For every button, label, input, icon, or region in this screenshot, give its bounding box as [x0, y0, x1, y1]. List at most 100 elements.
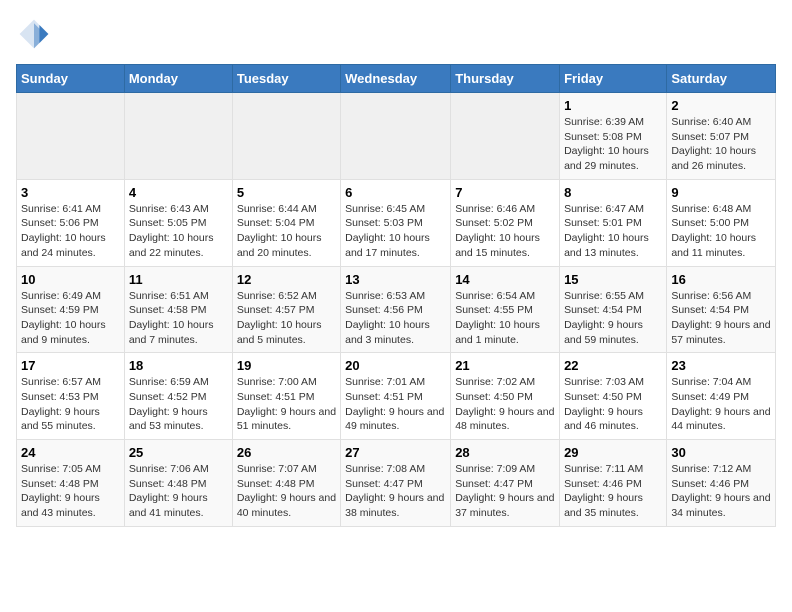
day-info: Sunrise: 7:07 AMSunset: 4:48 PMDaylight:… — [237, 462, 336, 521]
day-number: 2 — [671, 98, 771, 113]
day-number: 12 — [237, 272, 336, 287]
calendar-cell: 21 Sunrise: 7:02 AMSunset: 4:50 PMDayligh… — [451, 353, 560, 440]
calendar-cell: 6Sunrise: 6:45 AMSunset: 5:03 PMDaylight… — [341, 179, 451, 266]
day-number: 13 — [345, 272, 446, 287]
day-number: 29 — [564, 445, 662, 460]
day-info: Sunrise: 6:43 AMSunset: 5:05 PMDaylight:… — [129, 202, 228, 261]
day-info: Sunrise: 7:03 AMSunset: 4:50 PMDaylight:… — [564, 375, 662, 434]
calendar-cell: 27 Sunrise: 7:08 AMSunset: 4:47 PMDayligh… — [341, 440, 451, 527]
day-info: Sunrise: 6:44 AMSunset: 5:04 PMDaylight:… — [237, 202, 336, 261]
calendar-week-3: 10 Sunrise: 6:49 AMSunset: 4:59 PMDayligh… — [17, 266, 776, 353]
day-info: Sunrise: 6:52 AMSunset: 4:57 PMDaylight:… — [237, 289, 336, 348]
day-header-wednesday: Wednesday — [341, 65, 451, 93]
calendar-cell: 13 Sunrise: 6:53 AMSunset: 4:56 PMDayligh… — [341, 266, 451, 353]
day-number: 22 — [564, 358, 662, 373]
day-number: 28 — [455, 445, 555, 460]
calendar-cell: 12 Sunrise: 6:52 AMSunset: 4:57 PMDayligh… — [232, 266, 340, 353]
day-number: 3 — [21, 185, 120, 200]
day-header-thursday: Thursday — [451, 65, 560, 93]
day-number: 11 — [129, 272, 228, 287]
calendar-cell — [232, 93, 340, 180]
day-info: Sunrise: 7:01 AMSunset: 4:51 PMDaylight:… — [345, 375, 446, 434]
day-number: 24 — [21, 445, 120, 460]
day-number: 7 — [455, 185, 555, 200]
calendar-cell: 26 Sunrise: 7:07 AMSunset: 4:48 PMDayligh… — [232, 440, 340, 527]
calendar-cell: 4 Sunrise: 6:43 AMSunset: 5:05 PMDaylight… — [124, 179, 232, 266]
calendar-cell: 1 Sunrise: 6:39 AMSunset: 5:08 PMDaylight… — [560, 93, 667, 180]
calendar-cell: 28Sunrise: 7:09 AMSunset: 4:47 PMDayligh… — [451, 440, 560, 527]
logo-icon — [16, 16, 52, 52]
day-info: Sunrise: 6:54 AMSunset: 4:55 PMDaylight:… — [455, 289, 555, 348]
calendar-cell: 8 Sunrise: 6:47 AMSunset: 5:01 PMDaylight… — [560, 179, 667, 266]
calendar-cell: 5 Sunrise: 6:44 AMSunset: 5:04 PMDaylight… — [232, 179, 340, 266]
day-header-sunday: Sunday — [17, 65, 125, 93]
day-info: Sunrise: 7:00 AMSunset: 4:51 PMDaylight:… — [237, 375, 336, 434]
calendar-cell: 16 Sunrise: 6:56 AMSunset: 4:54 PMDayligh… — [667, 266, 776, 353]
day-number: 21 — [455, 358, 555, 373]
calendar-week-4: 17 Sunrise: 6:57 AMSunset: 4:53 PMDayligh… — [17, 353, 776, 440]
day-info: Sunrise: 6:48 AMSunset: 5:00 PMDaylight:… — [671, 202, 771, 261]
calendar-cell: 20 Sunrise: 7:01 AMSunset: 4:51 PMDayligh… — [341, 353, 451, 440]
day-number: 5 — [237, 185, 336, 200]
day-number: 15 — [564, 272, 662, 287]
calendar-cell: 3 Sunrise: 6:41 AMSunset: 5:06 PMDaylight… — [17, 179, 125, 266]
calendar-cell — [124, 93, 232, 180]
day-info: Sunrise: 6:51 AMSunset: 4:58 PMDaylight:… — [129, 289, 228, 348]
calendar-table: SundayMondayTuesdayWednesdayThursdayFrid… — [16, 64, 776, 527]
calendar-cell: 19Sunrise: 7:00 AMSunset: 4:51 PMDayligh… — [232, 353, 340, 440]
calendar-cell — [341, 93, 451, 180]
calendar-cell: 23 Sunrise: 7:04 AMSunset: 4:49 PMDayligh… — [667, 353, 776, 440]
day-number: 8 — [564, 185, 662, 200]
logo — [16, 16, 56, 52]
day-number: 9 — [671, 185, 771, 200]
day-info: Sunrise: 6:59 AMSunset: 4:52 PMDaylight:… — [129, 375, 228, 434]
calendar-cell — [451, 93, 560, 180]
day-info: Sunrise: 6:41 AMSunset: 5:06 PMDaylight:… — [21, 202, 120, 261]
day-info: Sunrise: 7:02 AMSunset: 4:50 PMDaylight:… — [455, 375, 555, 434]
day-info: Sunrise: 7:08 AMSunset: 4:47 PMDaylight:… — [345, 462, 446, 521]
day-info: Sunrise: 6:49 AMSunset: 4:59 PMDaylight:… — [21, 289, 120, 348]
calendar-cell: 14Sunrise: 6:54 AMSunset: 4:55 PMDayligh… — [451, 266, 560, 353]
day-info: Sunrise: 6:53 AMSunset: 4:56 PMDaylight:… — [345, 289, 446, 348]
day-info: Sunrise: 7:04 AMSunset: 4:49 PMDaylight:… — [671, 375, 771, 434]
calendar-week-2: 3 Sunrise: 6:41 AMSunset: 5:06 PMDaylight… — [17, 179, 776, 266]
day-info: Sunrise: 6:56 AMSunset: 4:54 PMDaylight:… — [671, 289, 771, 348]
calendar-week-1: 1 Sunrise: 6:39 AMSunset: 5:08 PMDaylight… — [17, 93, 776, 180]
day-number: 16 — [671, 272, 771, 287]
day-info: Sunrise: 6:39 AMSunset: 5:08 PMDaylight:… — [564, 115, 662, 174]
day-number: 17 — [21, 358, 120, 373]
calendar-cell: 29Sunrise: 7:11 AMSunset: 4:46 PMDayligh… — [560, 440, 667, 527]
day-info: Sunrise: 6:46 AMSunset: 5:02 PMDaylight:… — [455, 202, 555, 261]
day-info: Sunrise: 6:47 AMSunset: 5:01 PMDaylight:… — [564, 202, 662, 261]
calendar-cell: 11 Sunrise: 6:51 AMSunset: 4:58 PMDayligh… — [124, 266, 232, 353]
calendar-cell: 25 Sunrise: 7:06 AMSunset: 4:48 PMDayligh… — [124, 440, 232, 527]
day-number: 20 — [345, 358, 446, 373]
day-info: Sunrise: 6:55 AMSunset: 4:54 PMDaylight:… — [564, 289, 662, 348]
calendar-week-5: 24 Sunrise: 7:05 AMSunset: 4:48 PMDayligh… — [17, 440, 776, 527]
day-number: 4 — [129, 185, 228, 200]
day-number: 27 — [345, 445, 446, 460]
day-number: 1 — [564, 98, 662, 113]
calendar-cell — [17, 93, 125, 180]
calendar-cell: 24 Sunrise: 7:05 AMSunset: 4:48 PMDayligh… — [17, 440, 125, 527]
calendar-cell: 2 Sunrise: 6:40 AMSunset: 5:07 PMDaylight… — [667, 93, 776, 180]
day-info: Sunrise: 7:12 AMSunset: 4:46 PMDaylight:… — [671, 462, 771, 521]
day-number: 25 — [129, 445, 228, 460]
calendar-cell: 7 Sunrise: 6:46 AMSunset: 5:02 PMDaylight… — [451, 179, 560, 266]
day-number: 23 — [671, 358, 771, 373]
calendar-cell: 9 Sunrise: 6:48 AMSunset: 5:00 PMDaylight… — [667, 179, 776, 266]
calendar-cell: 18 Sunrise: 6:59 AMSunset: 4:52 PMDayligh… — [124, 353, 232, 440]
day-number: 26 — [237, 445, 336, 460]
day-header-saturday: Saturday — [667, 65, 776, 93]
calendar-cell: 30Sunrise: 7:12 AMSunset: 4:46 PMDayligh… — [667, 440, 776, 527]
day-number: 10 — [21, 272, 120, 287]
day-info: Sunrise: 7:06 AMSunset: 4:48 PMDaylight:… — [129, 462, 228, 521]
day-info: Sunrise: 6:57 AMSunset: 4:53 PMDaylight:… — [21, 375, 120, 434]
day-number: 18 — [129, 358, 228, 373]
calendar-cell: 17 Sunrise: 6:57 AMSunset: 4:53 PMDayligh… — [17, 353, 125, 440]
calendar-cell: 15 Sunrise: 6:55 AMSunset: 4:54 PMDayligh… — [560, 266, 667, 353]
calendar-header-row: SundayMondayTuesdayWednesdayThursdayFrid… — [17, 65, 776, 93]
day-info: Sunrise: 7:05 AMSunset: 4:48 PMDaylight:… — [21, 462, 120, 521]
day-info: Sunrise: 6:40 AMSunset: 5:07 PMDaylight:… — [671, 115, 771, 174]
day-info: Sunrise: 6:45 AMSunset: 5:03 PMDaylight:… — [345, 202, 446, 261]
